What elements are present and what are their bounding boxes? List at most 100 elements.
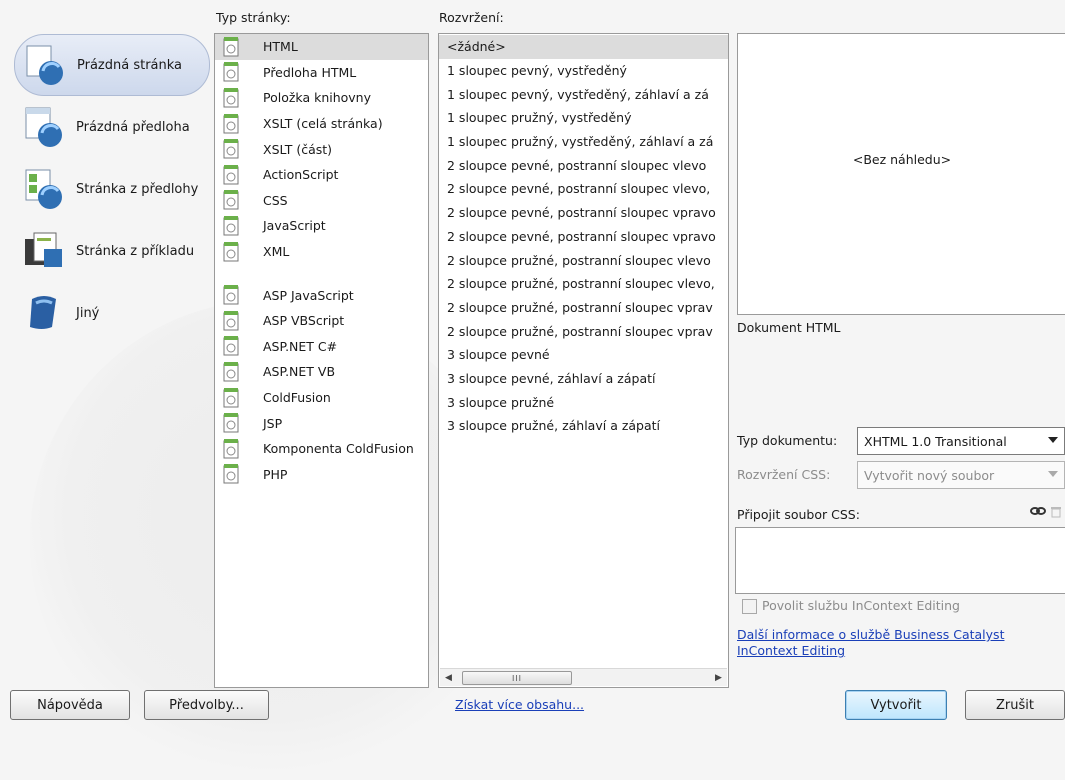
document-icon: [221, 36, 245, 58]
scroll-right-icon[interactable]: ▶: [710, 669, 727, 686]
page-type-item[interactable]: Předloha HTML: [215, 60, 428, 86]
layout-item[interactable]: 2 sloupce pružné, postranní sloupec vlev…: [439, 272, 728, 296]
page-type-label: XML: [263, 244, 290, 260]
document-icon: [221, 189, 245, 211]
category-label: Prázdná stránka: [77, 57, 183, 73]
doc-type-label: Typ dokumentu:: [737, 433, 838, 448]
document-icon: [221, 412, 245, 434]
category-other[interactable]: Jiný: [14, 282, 210, 344]
layout-item[interactable]: 2 sloupce pružné, postranní sloupec vlev…: [439, 248, 728, 272]
attach-css-label: Připojit soubor CSS:: [737, 507, 860, 522]
page-type-item[interactable]: ColdFusion: [215, 385, 428, 411]
cancel-button[interactable]: Zrušit: [965, 690, 1065, 720]
page-type-item[interactable]: ASP.NET C#: [215, 334, 428, 360]
layout-item[interactable]: 3 sloupce pevné, záhlaví a zápatí: [439, 367, 728, 391]
page-type-label: ASP.NET VB: [263, 364, 336, 380]
business-catalyst-link-line1[interactable]: Další informace o službě Business Cataly…: [737, 627, 1004, 642]
page-type-label: Předloha HTML: [263, 64, 357, 80]
document-icon: [221, 164, 245, 186]
css-layout-value: Vytvořit nový soubor: [864, 467, 995, 483]
layout-item[interactable]: 1 sloupec pružný, vystředěný: [439, 106, 728, 130]
category-list: Prázdná stránka Prázdná předloha Stránka…: [14, 34, 210, 344]
page-type-item[interactable]: JavaScript: [215, 213, 428, 239]
more-content-link[interactable]: Získat více obsahu...: [455, 697, 584, 712]
page-type-item[interactable]: ASP.NET VB: [215, 359, 428, 385]
page-type-item[interactable]: XSLT (celá stránka): [215, 111, 428, 137]
layout-item[interactable]: 3 sloupce pružné, záhlaví a zápatí: [439, 414, 728, 438]
layout-item[interactable]: 2 sloupce pružné, postranní sloupec vpra…: [439, 296, 728, 320]
layout-list[interactable]: <žádné> 1 sloupec pevný, vystředěný 1 slou…: [438, 33, 729, 688]
category-blank-template[interactable]: Prázdná předloha: [14, 96, 210, 158]
horizontal-scrollbar[interactable]: ◀ III ▶: [440, 668, 727, 686]
document-icon: [221, 438, 245, 460]
layout-item[interactable]: 2 sloupce pevné, postranní sloupec vlevo: [439, 153, 728, 177]
page-type-label: XSLT (celá stránka): [263, 116, 383, 132]
doc-type-value: XHTML 1.0 Transitional: [864, 433, 1007, 449]
page-type-list[interactable]: HTML Předloha HTML Položka knihovny XSLT (c…: [214, 33, 429, 688]
layout-item[interactable]: 3 sloupce pevné: [439, 343, 728, 367]
trash-icon[interactable]: [1050, 504, 1062, 521]
page-type-label: ASP.NET C#: [263, 338, 338, 354]
layout-item[interactable]: 1 sloupec pevný, vystředěný: [439, 59, 728, 83]
layout-item[interactable]: 2 sloupce pružné, postranní sloupec vpra…: [439, 319, 728, 343]
layout-header: Rozvržení:: [439, 10, 504, 25]
document-icon: [221, 335, 245, 357]
page-type-label: ColdFusion: [263, 390, 331, 406]
page-type-label: HTML: [263, 39, 298, 55]
layout-item[interactable]: 3 sloupce pružné: [439, 390, 728, 414]
page-type-item[interactable]: ActionScript: [215, 162, 428, 188]
document-icon: [221, 113, 245, 135]
attached-css-list[interactable]: [735, 527, 1065, 594]
page-type-item[interactable]: Položka knihovny: [215, 85, 428, 111]
layout-item[interactable]: <žádné>: [439, 35, 728, 59]
page-type-item[interactable]: XML: [215, 239, 428, 265]
page-type-header: Typ stránky:: [216, 10, 291, 25]
category-label: Stránka z příkladu: [76, 243, 195, 259]
layout-item[interactable]: 2 sloupce pevné, postranní sloupec vlevo…: [439, 177, 728, 201]
category-label: Prázdná předloha: [76, 119, 190, 135]
page-type-item[interactable]: Komponenta ColdFusion: [215, 436, 428, 462]
document-icon: [221, 241, 245, 263]
link-icon[interactable]: [1030, 504, 1046, 521]
page-type-item[interactable]: ASP VBScript: [215, 308, 428, 334]
category-page-from-sample[interactable]: Stránka z příkladu: [14, 220, 210, 282]
document-icon: [221, 463, 245, 485]
incontext-checkbox[interactable]: [742, 599, 757, 614]
create-button[interactable]: Vytvořit: [845, 690, 947, 720]
document-icon: [221, 87, 245, 109]
category-page-from-template[interactable]: Stránka z předlohy: [14, 158, 210, 220]
layout-item[interactable]: 2 sloupce pevné, postranní sloupec vprav…: [439, 201, 728, 225]
page-type-item[interactable]: ASP JavaScript: [215, 282, 428, 308]
document-icon: [221, 215, 245, 237]
page-from-sample-icon: [22, 229, 66, 273]
layout-item[interactable]: 1 sloupec pružný, vystředěný, záhlaví a …: [439, 130, 728, 154]
business-catalyst-link-line2[interactable]: InContext Editing: [737, 643, 845, 658]
scroll-left-icon[interactable]: ◀: [440, 669, 457, 686]
document-description: Dokument HTML: [737, 320, 841, 335]
category-label: Stránka z předlohy: [76, 181, 199, 197]
layout-item[interactable]: 1 sloupec pevný, vystředěný, záhlaví a z…: [439, 82, 728, 106]
layout-item[interactable]: 2 sloupce pevné, postranní sloupec vprav…: [439, 225, 728, 249]
page-type-label: ASP VBScript: [263, 313, 345, 329]
page-type-label: JSP: [263, 415, 283, 431]
help-button[interactable]: Nápověda: [10, 690, 130, 720]
page-type-label: Položka knihovny: [263, 90, 371, 106]
page-type-item[interactable]: PHP: [215, 462, 428, 488]
category-label: Jiný: [76, 305, 100, 321]
page-type-item[interactable]: CSS: [215, 188, 428, 214]
page-type-label: PHP: [263, 466, 288, 482]
css-layout-select[interactable]: Vytvořit nový soubor: [857, 461, 1065, 489]
preview-placeholder: <Bez náhledu>: [852, 152, 952, 167]
doc-type-select[interactable]: XHTML 1.0 Transitional: [857, 427, 1065, 455]
page-type-label: JavaScript: [263, 218, 326, 234]
preferences-button[interactable]: Předvolby...: [144, 690, 269, 720]
incontext-checkbox-label: Povolit službu InContext Editing: [762, 598, 960, 613]
page-type-item[interactable]: JSP: [215, 410, 428, 436]
category-blank-page[interactable]: Prázdná stránka: [14, 34, 210, 96]
page-type-item[interactable]: HTML: [215, 34, 428, 60]
scroll-thumb[interactable]: III: [462, 671, 572, 685]
page-type-item[interactable]: XSLT (část): [215, 136, 428, 162]
page-from-template-icon: [22, 167, 66, 211]
css-layout-label: Rozvržení CSS:: [737, 467, 831, 482]
blank-template-icon: [22, 105, 66, 149]
